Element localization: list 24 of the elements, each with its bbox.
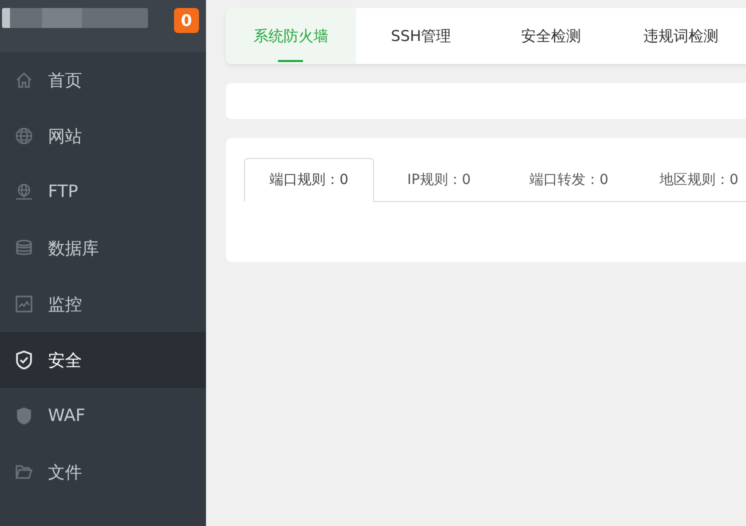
home-icon bbox=[15, 71, 33, 89]
tab[interactable]: SSH管理 bbox=[356, 8, 486, 64]
tab[interactable]: 地区规则：0 bbox=[634, 158, 746, 202]
sidebar-item[interactable]: 监控 bbox=[0, 276, 206, 332]
tab[interactable]: 安全检测 bbox=[486, 8, 616, 64]
tab[interactable]: 违规词检测 bbox=[616, 8, 746, 64]
sidebar-item[interactable]: WAF bbox=[0, 388, 206, 444]
sidebar-item[interactable]: FTP bbox=[0, 164, 206, 220]
tab[interactable]: IP规则：0 bbox=[374, 158, 504, 202]
database-icon bbox=[15, 239, 33, 257]
shield-icon bbox=[15, 406, 33, 426]
folder-icon bbox=[15, 464, 33, 480]
monitor-chart-icon bbox=[15, 295, 33, 313]
notification-badge: 0 bbox=[174, 8, 199, 33]
sidebar-item[interactable]: 网站 bbox=[0, 108, 206, 164]
globe-icon bbox=[15, 127, 33, 145]
sidebar-item[interactable]: 安全 bbox=[0, 332, 206, 388]
shield-check-icon bbox=[15, 350, 33, 370]
tab[interactable]: 端口规则：0 bbox=[244, 158, 374, 202]
sidebar-item[interactable]: 文件 bbox=[0, 444, 206, 500]
sidebar-item[interactable]: 数据库 bbox=[0, 220, 206, 276]
sidebar-item[interactable]: 首页 bbox=[0, 52, 206, 108]
network-globe-icon bbox=[15, 183, 33, 201]
tab[interactable]: 端口转发：0 bbox=[504, 158, 634, 202]
